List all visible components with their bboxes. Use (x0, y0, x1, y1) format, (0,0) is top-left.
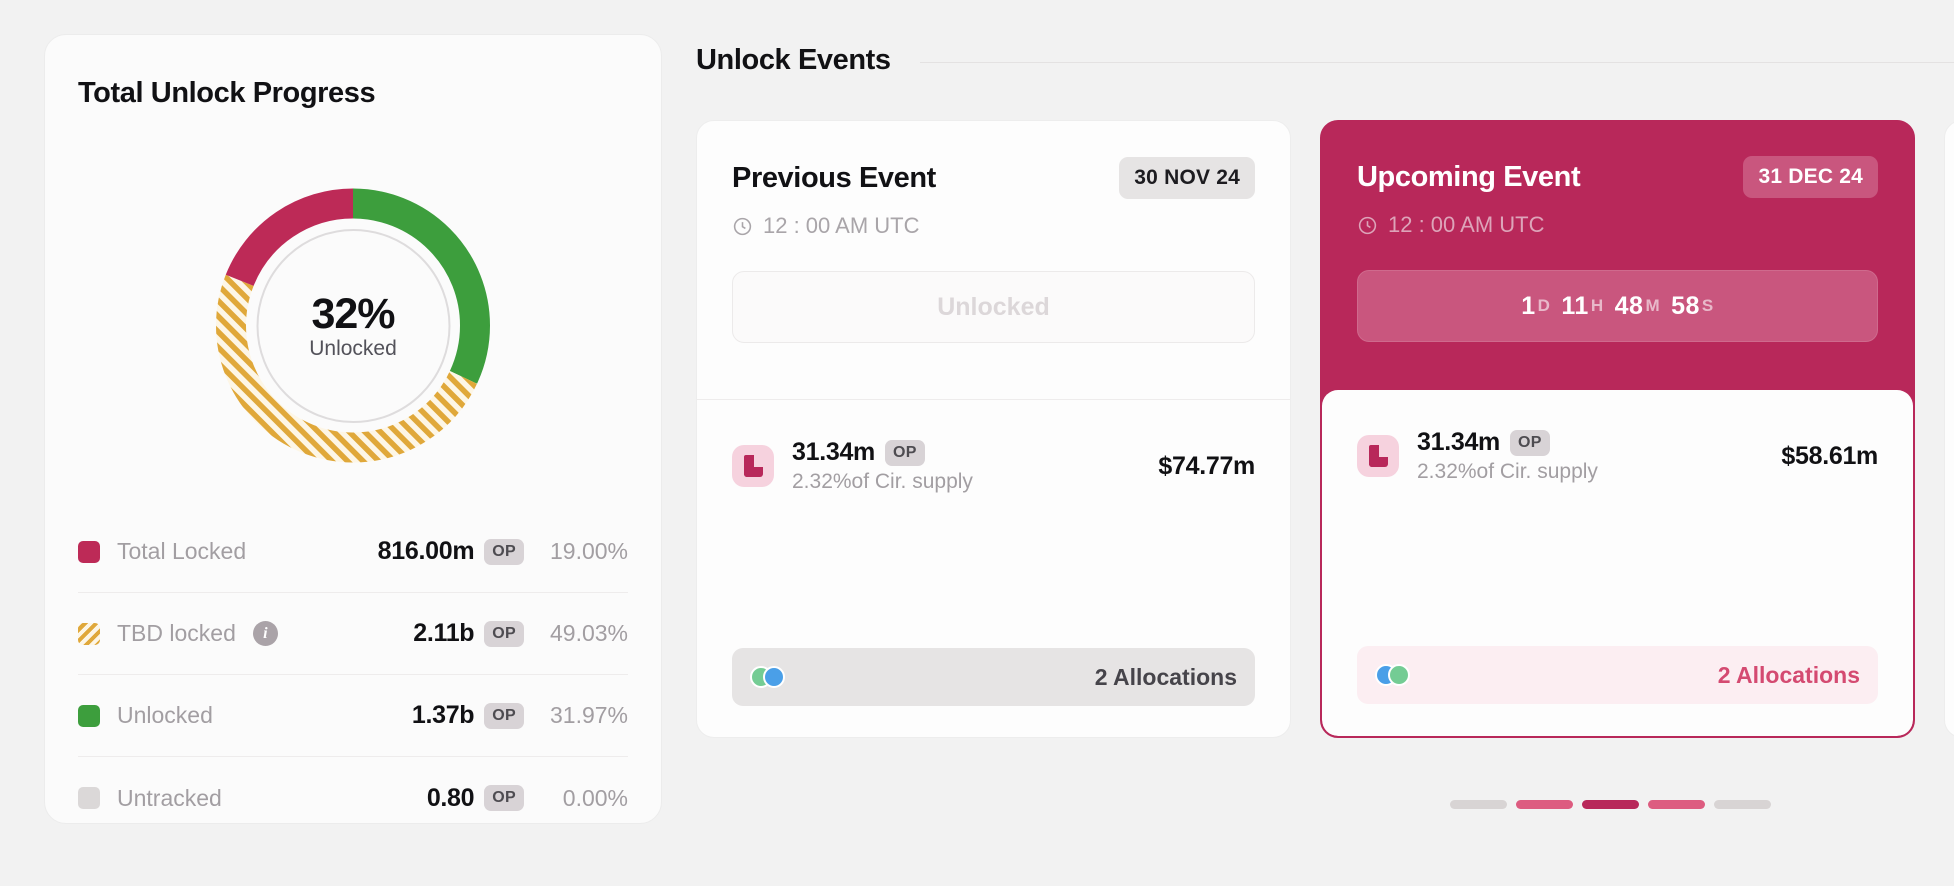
allocations-count: 2 Allocations (1717, 661, 1860, 688)
countdown-days-unit: D (1537, 296, 1551, 315)
allocation-row[interactable]: 31.34m OP 2.32%of Cir. supply $74.77m (732, 438, 1255, 494)
pagination-bar-5[interactable] (1714, 800, 1771, 809)
pagination-bar-4[interactable] (1648, 800, 1705, 809)
event-title: Upcoming Event (1357, 160, 1581, 193)
allocations-footer[interactable]: 2 Allocations (732, 648, 1255, 706)
legend-row-untracked[interactable]: Untracked 0.80 OP 0.00% (78, 757, 628, 839)
allocation-amount-line: 31.34m OP (792, 438, 973, 467)
event-status-box: Unlocked (732, 271, 1255, 343)
unlock-percent-caption: Unlocked (309, 336, 397, 360)
legend-percent: 0.00% (562, 784, 628, 811)
previous-event-body: 31.34m OP 2.32%of Cir. supply $74.77m 2 … (697, 399, 1290, 737)
upcoming-event-header: Upcoming Event 31 DEC 24 12 : 00 AM UTC … (1322, 122, 1913, 394)
legend-row-tbd-locked[interactable]: TBD locked i 2.11b OP 49.03% (78, 593, 628, 675)
event-time: 12 : 00 AM UTC (1388, 212, 1545, 237)
swatch-untracked (78, 787, 100, 809)
section-title-unlock-events: Unlock Events (696, 44, 891, 76)
allocation-usd-value: $58.61m (1781, 441, 1878, 470)
page-title: Total Unlock Progress (78, 77, 376, 109)
countdown-minutes: 48 (1614, 291, 1644, 320)
countdown-days: 1 (1521, 291, 1536, 320)
legend-label: Unlocked (117, 702, 213, 728)
countdown-seconds-unit: S (1701, 296, 1714, 315)
avatar (1388, 664, 1410, 686)
event-title: Previous Event (732, 161, 936, 194)
next-event-card-peek[interactable] (1944, 120, 1954, 738)
avatar (763, 666, 785, 688)
token-chip: OP (484, 702, 524, 729)
allocation-supply-share: 2.32%of Cir. supply (1417, 460, 1598, 483)
unlock-dashboard: Total Unlock Progress 32% Unlocked Total… (0, 0, 1954, 886)
token-chip: OP (484, 785, 524, 811)
allocation-main: 31.34m OP 2.32%of Cir. supply (1417, 428, 1598, 484)
token-chip: OP (1510, 429, 1550, 456)
legend-row-total-locked[interactable]: Total Locked 816.00m OP 19.00% (78, 511, 628, 593)
event-date-badge: 30 NOV 24 (1119, 157, 1255, 199)
legend-percent: 31.97% (549, 702, 628, 728)
event-time: 12 : 00 AM UTC (763, 213, 920, 238)
legend-label: TBD locked (117, 620, 236, 646)
legend-label: Total Locked (117, 538, 247, 564)
legend-percent: 49.03% (549, 620, 628, 646)
token-chip: OP (484, 620, 524, 647)
upcoming-event-body: 31.34m OP 2.32%of Cir. supply $58.61m 2 … (1322, 390, 1913, 736)
countdown-minutes-unit: M (1645, 296, 1661, 315)
upcoming-event-card[interactable]: Upcoming Event 31 DEC 24 12 : 00 AM UTC … (1320, 120, 1915, 738)
event-time-row: 12 : 00 AM UTC (732, 213, 1255, 239)
allocation-avatars (750, 666, 785, 688)
legend-value: 816.00m (377, 537, 475, 565)
header-row: Upcoming Event 31 DEC 24 (1357, 156, 1878, 198)
clock-icon (732, 216, 753, 237)
previous-event-card[interactable]: Previous Event 30 NOV 24 12 : 00 AM UTC … (696, 120, 1291, 738)
event-time-row: 12 : 00 AM UTC (1357, 212, 1878, 238)
unlock-percent-value: 32% (311, 289, 395, 338)
token-chip: OP (484, 538, 524, 565)
op-token-icon (1357, 435, 1399, 477)
legend-row-unlocked[interactable]: Unlocked 1.37b OP 31.97% (78, 675, 628, 757)
countdown-timer: 1D 11 H 48 M 58 S (1357, 270, 1878, 342)
info-icon[interactable]: i (252, 621, 278, 646)
legend-percent: 19.00% (549, 538, 628, 564)
total-unlock-progress-card: Total Unlock Progress 32% Unlocked Total… (44, 34, 662, 824)
pagination-bar-3-active[interactable] (1582, 800, 1639, 809)
pagination-bar-1[interactable] (1450, 800, 1507, 809)
legend-value: 1.37b (411, 701, 475, 729)
previous-event-header: Previous Event 30 NOV 24 12 : 00 AM UTC … (697, 121, 1290, 399)
clock-icon (1357, 215, 1378, 236)
swatch-total-locked (78, 540, 100, 563)
allocations-count: 2 Allocations (1094, 663, 1237, 690)
allocation-avatars (1375, 664, 1410, 686)
event-date-badge: 31 DEC 24 (1743, 156, 1878, 198)
legend-value: 0.80 (426, 783, 475, 812)
allocation-amount: 31.34m (1417, 428, 1500, 456)
countdown-hours: 11 (1561, 291, 1589, 320)
legend-value: 2.11b (413, 619, 475, 647)
allocations-footer[interactable]: 2 Allocations (1357, 646, 1878, 704)
allocation-main: 31.34m OP 2.32%of Cir. supply (792, 438, 973, 494)
swatch-unlocked (78, 704, 100, 727)
allocation-amount-line: 31.34m OP (1417, 428, 1598, 457)
allocation-amount: 31.34m (792, 438, 875, 466)
carousel-pagination (1450, 800, 1771, 809)
section-divider (920, 62, 1954, 63)
swatch-tbd-locked (78, 622, 100, 645)
donut-center-label: 32% Unlocked (256, 228, 450, 423)
token-chip: OP (885, 439, 925, 466)
legend-label: Untracked (117, 784, 222, 811)
allocation-supply-share: 2.32%of Cir. supply (792, 470, 973, 493)
allocation-usd-value: $74.77m (1158, 451, 1255, 480)
allocation-row[interactable]: 31.34m OP 2.32%of Cir. supply $58.61m (1357, 428, 1878, 484)
op-token-icon (732, 445, 774, 487)
pagination-bar-2[interactable] (1516, 800, 1573, 809)
unlock-legend: Total Locked 816.00m OP 19.00% TBD locke… (78, 511, 628, 839)
countdown-seconds: 58 (1671, 291, 1700, 320)
countdown-hours-unit: H (1590, 296, 1604, 315)
unlock-donut-chart: 32% Unlocked (211, 183, 496, 468)
header-row: Previous Event 30 NOV 24 (732, 157, 1255, 199)
